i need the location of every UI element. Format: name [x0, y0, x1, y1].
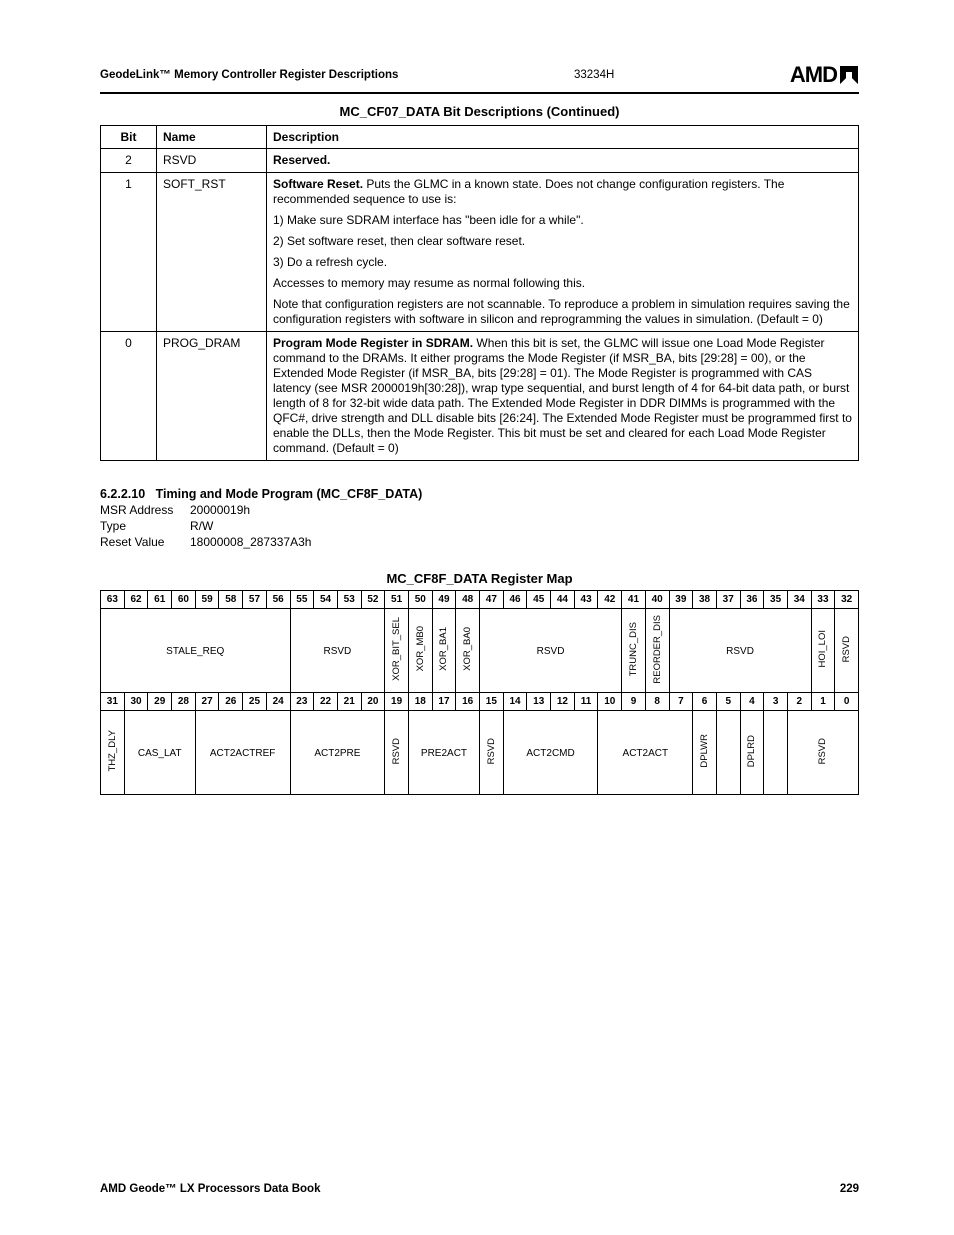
regmap-field: RSVD	[787, 711, 858, 795]
regmap-field: RSVD	[385, 711, 409, 795]
regmap-field: DPLWR	[693, 711, 717, 795]
table-row: 0PROG_DRAMProgram Mode Register in SDRAM…	[101, 332, 859, 461]
bitdesc-title: MC_CF07_DATA Bit Descriptions (Continued…	[100, 104, 859, 119]
regmap-field: XOR_BA0	[456, 609, 480, 693]
regmap-field: RSVD	[669, 609, 811, 693]
section-heading: 6.2.2.10 Timing and Mode Program (MC_CF8…	[100, 487, 859, 501]
type-row: Type R/W	[100, 519, 859, 533]
bitdesc-table: Bit Name Description 2RSVDReserved.1SOFT…	[100, 125, 859, 461]
regmap-field: RSVD	[480, 711, 504, 795]
regmap-field: DPLRD	[740, 711, 764, 795]
page: GeodeLink™ Memory Controller Register De…	[0, 0, 954, 1235]
page-header: GeodeLink™ Memory Controller Register De…	[100, 62, 859, 94]
regmap-field: TRUNC_DIS	[622, 609, 646, 693]
col-name: Name	[157, 126, 267, 149]
regmap-field: CAS_LAT	[124, 711, 195, 795]
table-row: 1SOFT_RSTSoftware Reset. Puts the GLMC i…	[101, 173, 859, 332]
amd-logo: AMD	[790, 62, 859, 88]
regmap-field: STALE_REQ	[101, 609, 291, 693]
regmap-field: HOI_LOI	[811, 609, 835, 693]
regmap-table: 6362616059585756555453525150494847464544…	[100, 590, 859, 795]
regmap-field: RSVD	[290, 609, 385, 693]
regmap-title: MC_CF8F_DATA Register Map	[100, 571, 859, 586]
footer-pagenum: 229	[840, 1183, 859, 1195]
regmap-field: RSVD	[480, 609, 622, 693]
regmap-field: ACT2PRE	[290, 711, 385, 795]
regmap-field	[716, 711, 740, 795]
regmap-field: ACT2ACTREF	[195, 711, 290, 795]
amd-arrow-icon	[839, 65, 859, 85]
regmap-field: REORDER_DIS	[645, 609, 669, 693]
regmap-field: XOR_MB0	[408, 609, 432, 693]
page-footer: AMD Geode™ LX Processors Data Book 229	[100, 1183, 859, 1195]
regmap-field: RSVD	[835, 609, 859, 693]
regmap-field: XOR_BA1	[432, 609, 456, 693]
regmap-field: PRE2ACT	[408, 711, 479, 795]
header-title: GeodeLink™ Memory Controller Register De…	[100, 69, 398, 81]
header-docnum: 33234H	[574, 69, 614, 81]
regmap-field: THZ_DLY	[101, 711, 125, 795]
regmap-field: ACT2CMD	[503, 711, 598, 795]
reset-row: Reset Value 18000008_287337A3h	[100, 535, 859, 549]
msr-address-row: MSR Address 20000019h	[100, 503, 859, 517]
footer-left: AMD Geode™ LX Processors Data Book	[100, 1183, 320, 1195]
table-row: 2RSVDReserved.	[101, 149, 859, 173]
regmap-field	[764, 711, 788, 795]
regmap-field: XOR_BIT_SEL	[385, 609, 409, 693]
col-desc: Description	[267, 126, 859, 149]
col-bit: Bit	[101, 126, 157, 149]
regmap-field: ACT2ACT	[598, 711, 693, 795]
